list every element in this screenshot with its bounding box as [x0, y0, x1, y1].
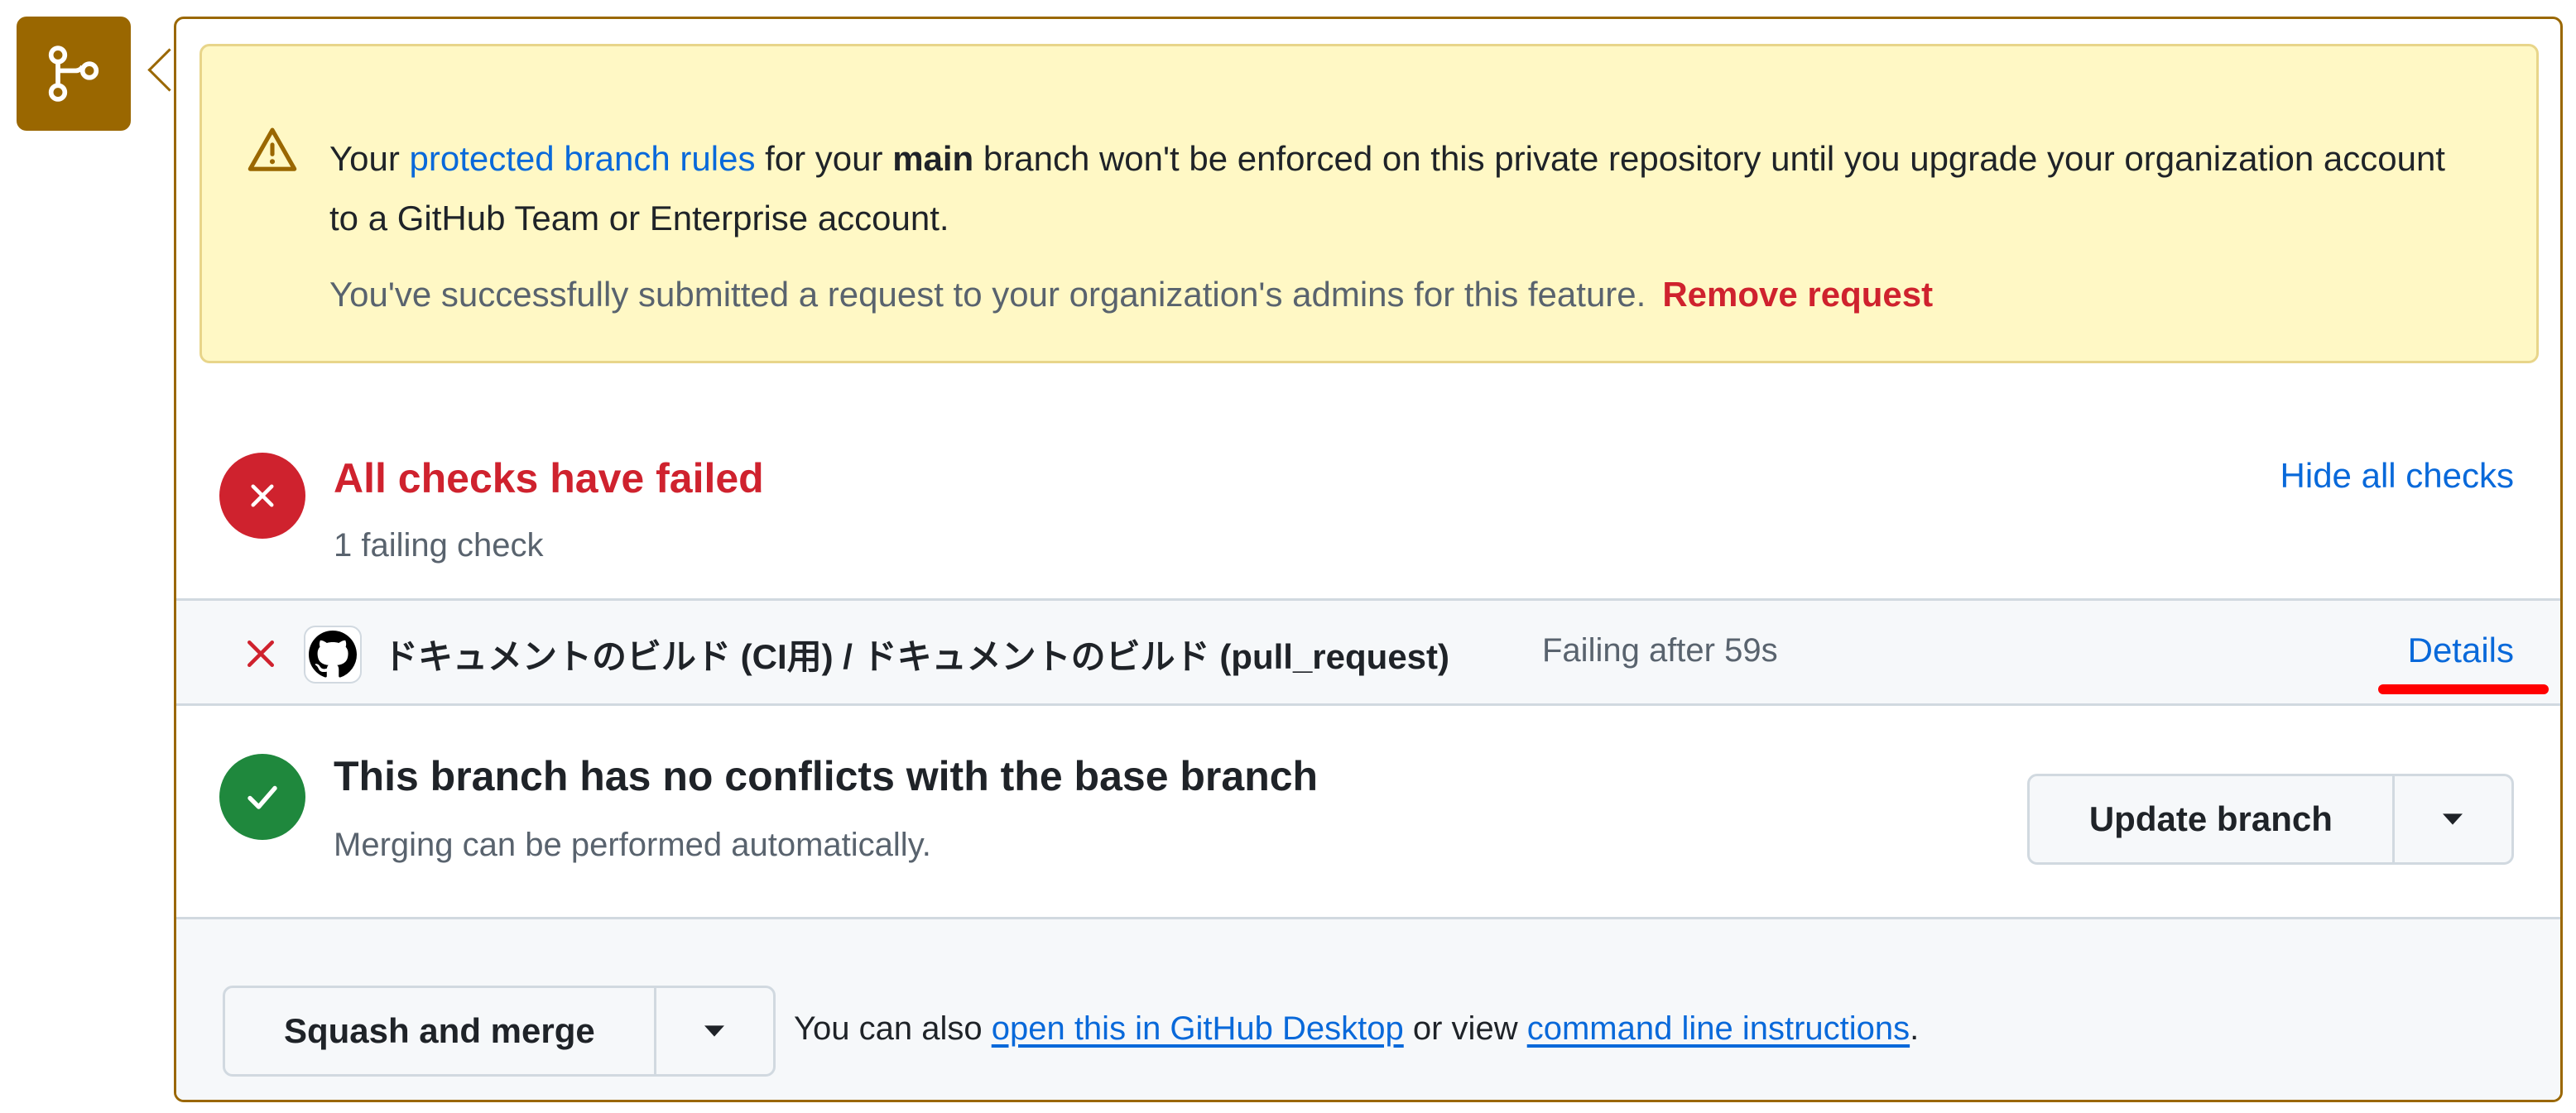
branch-name: main — [892, 139, 974, 178]
conflicts-title: This branch has no conflicts with the ba… — [334, 753, 1319, 799]
update-branch-button[interactable]: Update branch — [2030, 776, 2395, 862]
git-branch-icon-glyph — [48, 46, 99, 102]
merge-text-part: You can also — [794, 1010, 992, 1047]
github-logo-icon — [304, 626, 362, 684]
merge-alternatives-text: You can also open this in GitHub Desktop… — [794, 1010, 1919, 1048]
upgrade-warning-banner: Your protected branch rules for your mai… — [199, 44, 2539, 363]
details-link[interactable]: Details — [2408, 631, 2514, 670]
update-branch-dropdown-button[interactable] — [2395, 776, 2511, 862]
check-icon — [248, 785, 277, 809]
banner-message: Your protected branch rules for your mai… — [329, 129, 2465, 248]
alert-triangle-icon — [248, 127, 297, 171]
x-circle-icon — [219, 453, 305, 539]
merge-text-part: . — [1910, 1010, 1920, 1047]
request-text: You've successfully submitted a request … — [329, 275, 1646, 314]
merge-section: Squash and merge You can also open this … — [176, 919, 2560, 1100]
merge-method-dropdown-button[interactable] — [656, 988, 773, 1074]
command-line-instructions-link[interactable]: command line instructions — [1527, 1010, 1910, 1047]
merge-text-part: or view — [1403, 1010, 1527, 1047]
check-status: Failing after 59s — [1542, 632, 1778, 669]
x-icon — [251, 484, 274, 507]
triangle-down-icon — [704, 1025, 725, 1037]
x-icon — [248, 640, 274, 667]
conflicts-subtitle: Merging can be performed automatically. — [334, 827, 931, 863]
github-mark — [309, 631, 357, 678]
triangle-down-icon — [2443, 813, 2463, 825]
hide-all-checks-link[interactable]: Hide all checks — [2280, 456, 2514, 496]
squash-and-merge-button[interactable]: Squash and merge — [225, 988, 656, 1074]
request-message: You've successfully submitted a request … — [329, 270, 1933, 319]
check-circle-icon — [219, 754, 305, 840]
remove-request-button[interactable]: Remove request — [1662, 275, 1933, 314]
checks-summary: All checks have failed 1 failing check H… — [176, 408, 2560, 615]
annotation-underline — [2378, 684, 2549, 694]
protected-branch-rules-link[interactable]: protected branch rules — [410, 139, 756, 178]
merge-box: Your protected branch rules for your mai… — [174, 17, 2563, 1102]
open-github-desktop-link[interactable]: open this in GitHub Desktop — [992, 1010, 1404, 1047]
git-branch-icon — [17, 17, 131, 131]
squash-merge-button-group: Squash and merge — [223, 986, 776, 1077]
checks-subtitle: 1 failing check — [334, 527, 544, 564]
update-branch-button-group: Update branch — [2027, 774, 2514, 865]
checks-title: All checks have failed — [334, 455, 764, 501]
banner-text: for your — [755, 139, 893, 178]
conflicts-section: This branch has no conflicts with the ba… — [176, 706, 2560, 919]
check-row: ドキュメントのビルド (CI用) / ドキュメントのビルド (pull_requ… — [176, 598, 2560, 706]
banner-text: Your — [329, 139, 410, 178]
check-name: ドキュメントのビルド (CI用) / ドキュメントのビルド (pull_requ… — [383, 637, 1450, 676]
